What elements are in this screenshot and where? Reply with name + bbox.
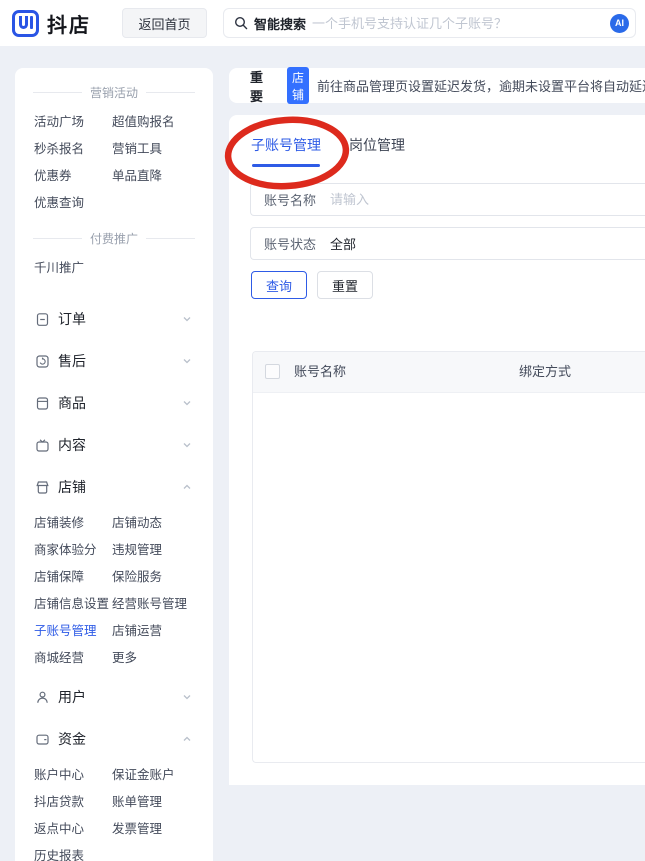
- sidebar-item-funds[interactable]: 资金: [15, 718, 213, 760]
- sidebar-item-coupons[interactable]: 优惠券: [34, 163, 112, 190]
- sidebar-item-account-center[interactable]: 账户中心: [34, 762, 112, 789]
- sidebar-item-aftersale[interactable]: 售后: [15, 340, 213, 382]
- query-button[interactable]: 查询: [251, 271, 308, 299]
- chevron-down-icon: [182, 314, 192, 324]
- chevron-up-icon: [182, 482, 192, 492]
- column-account-name: 账号名称: [294, 364, 347, 379]
- sidebar-item-subaccount-mgmt[interactable]: 子账号管理: [34, 618, 112, 645]
- account-status-select[interactable]: 全部: [330, 234, 356, 253]
- sidebar-item-shop-guarantee[interactable]: 店铺保障: [34, 564, 112, 591]
- table-header-row: 账号名称 绑定方式: [253, 352, 645, 393]
- search-icon: [234, 16, 248, 30]
- order-icon: [34, 311, 50, 327]
- wallet-icon: [34, 731, 50, 747]
- sidebar-item-shop-info-settings[interactable]: 店铺信息设置: [34, 591, 112, 618]
- notice-importance-label: 重要: [250, 69, 264, 104]
- sidebar-item-content[interactable]: 内容: [15, 424, 213, 466]
- funds-submenu: 账户中心 保证金账户 抖店贷款 账单管理 返点中心 发票管理 历史报表: [15, 762, 213, 861]
- sidebar-item-supervalue-signup[interactable]: 超值购报名: [112, 109, 213, 136]
- account-name-input[interactable]: [330, 192, 645, 207]
- sidebar-item-shop-operation[interactable]: 店铺运营: [112, 618, 213, 645]
- app-logo-text: 抖店: [47, 15, 91, 37]
- sidebar-item-insurance-service[interactable]: 保险服务: [112, 564, 213, 591]
- notice-text: 前往商品管理页设置延迟发货，逾期未设置平台将自动延迟: [317, 79, 645, 94]
- tab-bar: 子账号管理 岗位管理: [251, 135, 405, 167]
- sidebar-item-merchant-score[interactable]: 商家体验分: [34, 537, 112, 564]
- chevron-down-icon: [182, 398, 192, 408]
- sidebar-item-discount-query[interactable]: 优惠查询: [34, 190, 112, 217]
- sidebar-item-history-report[interactable]: 历史报表: [34, 843, 112, 861]
- shop-icon: [34, 479, 50, 495]
- sidebar-item-goods[interactable]: 商品: [15, 382, 213, 424]
- account-status-filter[interactable]: 账号状态 全部: [250, 227, 645, 260]
- aftersale-icon: [34, 353, 50, 369]
- marketing-links: 活动广场 超值购报名 秒杀报名 营销工具 优惠券 单品直降 优惠查询: [15, 109, 213, 217]
- product-box-icon: [34, 395, 50, 411]
- chevron-down-icon: [182, 440, 192, 450]
- sidebar-item-shop[interactable]: 店铺: [15, 466, 213, 508]
- tab-subaccount-management[interactable]: 子账号管理: [251, 135, 321, 167]
- notice-category-badge[interactable]: 店铺: [287, 67, 310, 104]
- chevron-down-icon: [182, 692, 192, 702]
- sidebar-item-orders[interactable]: 订单: [15, 298, 213, 340]
- account-name-label: 账号名称: [264, 193, 317, 208]
- sidebar-item-single-discount[interactable]: 单品直降: [112, 163, 213, 190]
- column-binding-method: 绑定方式: [519, 364, 572, 379]
- sidebar-item-invoice-mgmt[interactable]: 发票管理: [112, 816, 213, 843]
- sidebar-item-shop-decor[interactable]: 店铺装修: [34, 510, 112, 537]
- paid-links: 千川推广: [15, 255, 213, 282]
- reset-button[interactable]: 重置: [317, 271, 374, 299]
- sidebar-item-mall-business[interactable]: 商城经营: [34, 645, 112, 672]
- sidebar-item-flashsale-signup[interactable]: 秒杀报名: [34, 136, 112, 163]
- content-tv-icon: [34, 437, 50, 453]
- sidebar-item-business-account-mgmt[interactable]: 经营账号管理: [112, 591, 213, 618]
- sidebar-section-paid-promo: 付费推广: [33, 230, 196, 247]
- sidebar-item-qianchuan[interactable]: 千川推广: [34, 255, 112, 282]
- search-input[interactable]: [312, 15, 610, 31]
- sidebar-item-marketing-tools[interactable]: 营销工具: [112, 136, 213, 163]
- main-panel: 子账号管理 岗位管理 账号名称 账号状态 全部 查询 重置 账号名称 绑定方式: [229, 115, 645, 785]
- app-logo[interactable]: 抖店: [12, 9, 91, 38]
- sidebar-item-more[interactable]: 更多: [112, 645, 213, 672]
- announcement-bar: 重要 店铺 前往商品管理页设置延迟发货，逾期未设置平台将自动延迟: [229, 67, 645, 104]
- chevron-down-icon: [182, 356, 192, 366]
- doudian-logo-icon: [12, 10, 39, 37]
- back-home-button[interactable]: 返回首页: [122, 8, 207, 38]
- sidebar-section-marketing: 营销活动: [33, 84, 196, 101]
- chevron-up-icon: [182, 734, 192, 744]
- subaccount-table: 账号名称 绑定方式: [252, 351, 645, 763]
- sidebar-item-violation-mgmt[interactable]: 违规管理: [112, 537, 213, 564]
- tab-position-management[interactable]: 岗位管理: [349, 135, 405, 167]
- sidebar-item-shop-news[interactable]: 店铺动态: [112, 510, 213, 537]
- sidebar-item-bill-mgmt[interactable]: 账单管理: [112, 789, 213, 816]
- sidebar: 营销活动 活动广场 超值购报名 秒杀报名 营销工具 优惠券 单品直降 优惠查询 …: [15, 68, 213, 861]
- account-status-label: 账号状态: [264, 237, 317, 252]
- top-header: 抖店 返回首页 智能搜索 AI: [0, 0, 645, 46]
- search-mode-label: 智能搜索: [254, 16, 307, 32]
- sidebar-item-deposit-account[interactable]: 保证金账户: [112, 762, 213, 789]
- user-icon: [34, 689, 50, 705]
- smart-search-bar[interactable]: 智能搜索 AI: [223, 8, 636, 38]
- sidebar-item-activity-plaza[interactable]: 活动广场: [34, 109, 112, 136]
- sidebar-item-doudian-loan[interactable]: 抖店贷款: [34, 789, 112, 816]
- account-name-filter[interactable]: 账号名称: [250, 183, 645, 216]
- sidebar-item-rebate-center[interactable]: 返点中心: [34, 816, 112, 843]
- sidebar-item-user[interactable]: 用户: [15, 676, 213, 718]
- ai-search-icon[interactable]: AI: [610, 13, 629, 33]
- select-all-checkbox[interactable]: [265, 364, 280, 379]
- filter-actions: 查询 重置: [251, 271, 374, 299]
- shop-submenu: 店铺装修 店铺动态 商家体验分 违规管理 店铺保障 保险服务 店铺信息设置 经营…: [15, 510, 213, 672]
